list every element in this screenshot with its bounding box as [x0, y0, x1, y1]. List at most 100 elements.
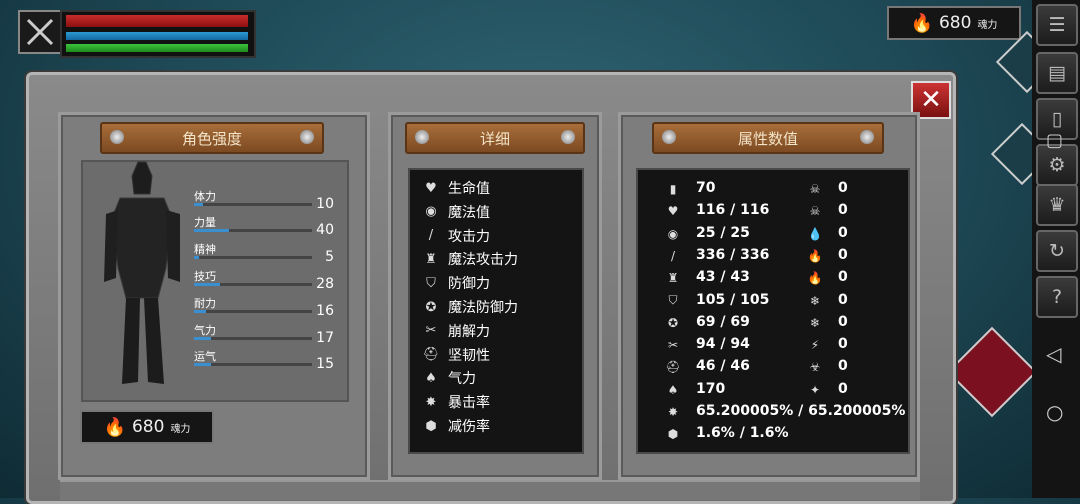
stat-bar-fill	[194, 203, 204, 206]
attributes-title-plank: 属性数值	[652, 122, 884, 154]
status-bars	[60, 10, 256, 58]
resistance-icon: 🔥	[807, 248, 823, 263]
attribute-icon: ⛑	[665, 360, 681, 375]
stat-label: 技巧	[194, 270, 216, 283]
detail-label: 防御力	[448, 276, 490, 293]
attribute-icon: ✪	[667, 315, 679, 330]
detail-item: ✂ 崩解力	[422, 321, 490, 341]
resistance-value: 0	[838, 269, 848, 286]
resistance-icon: ✦	[809, 382, 821, 397]
attribute-value: 94 / 94	[696, 336, 750, 353]
attribute-icon: ▮	[669, 182, 677, 196]
crossed-swords-icon	[26, 18, 54, 46]
detail-item: ✸ 暴击率	[422, 392, 490, 412]
refresh-button[interactable]: ↻	[1036, 230, 1078, 272]
detail-label: 生命值	[448, 181, 490, 197]
detail-label: 坚韧性	[448, 347, 490, 364]
stat-value: 16	[316, 303, 334, 319]
help-button[interactable]: ?	[1036, 276, 1078, 318]
stat-bar-fill	[194, 310, 206, 313]
menu-button[interactable]: ☰	[1036, 4, 1078, 46]
resistance-icon: ☠	[809, 182, 821, 196]
resistance-value: 0	[838, 180, 848, 196]
attribute-icon: ♥	[667, 204, 679, 219]
resistance-icon: 💧	[807, 226, 823, 241]
stat-bar	[194, 363, 312, 366]
resistance-value: 0	[838, 313, 848, 330]
attribute-value: 170	[696, 380, 726, 397]
stat-label: 力量	[194, 216, 216, 229]
stat-bar-fill	[194, 337, 211, 340]
stat-label: 体力	[194, 190, 216, 203]
attribute-value: 65.200005% / 65.200005%	[696, 403, 906, 419]
back-nav-icon[interactable]: ◁	[1046, 342, 1061, 366]
attribute-icon: ✸	[667, 405, 679, 419]
stat-bar-fill	[194, 283, 220, 286]
attribute-value: 43 / 43	[696, 269, 750, 286]
soul-unit: 魂力	[977, 19, 998, 31]
resistance-value: 0	[838, 380, 848, 397]
stat-bar	[194, 337, 312, 340]
heart-icon: ♥	[425, 180, 437, 196]
stat-bar	[194, 310, 312, 313]
player-portrait[interactable]	[18, 10, 62, 54]
backpack-button[interactable]: ▤	[1036, 52, 1078, 94]
attribute-icon: ✂	[667, 338, 679, 353]
detail-item: ⛑ 坚韧性	[422, 345, 490, 365]
stat-value: 5	[325, 249, 334, 265]
home-nav-icon[interactable]: ○	[1046, 400, 1063, 424]
brain-icon: ◉	[425, 204, 437, 220]
attribute-value: 25 / 25	[696, 224, 750, 241]
soul-unit-panel: 魂力	[170, 423, 191, 435]
health-bar	[66, 15, 248, 27]
flame-icon: 🔥	[103, 416, 126, 438]
recents-nav-icon[interactable]: ▢	[1046, 130, 1063, 151]
stat-bar	[194, 283, 312, 286]
detail-label: 魔法值	[448, 204, 490, 221]
attribute-value: 116 / 116	[696, 202, 770, 219]
detail-label: 攻击力	[448, 228, 490, 245]
stat-bar	[194, 229, 312, 232]
detail-item: ⛉ 防御力	[422, 273, 490, 293]
stat-value: 15	[316, 356, 334, 372]
resistance-icon: ❄	[809, 293, 821, 308]
detail-label: 魔法防御力	[448, 300, 518, 316]
attribute-value: 46 / 46	[696, 358, 750, 375]
right-rail: ☰ ▤ ▯ ⚙ ♛ ↻ ? ◁ ○ ▢	[1032, 0, 1080, 498]
crown-button[interactable]: ♛	[1036, 184, 1078, 226]
soul-amount-panel: 680	[131, 417, 165, 437]
resistance-icon: ☣	[809, 360, 821, 375]
attribute-value: 69 / 69	[696, 313, 750, 330]
detail-label: 气力	[448, 371, 476, 388]
stat-value: 28	[316, 276, 334, 292]
stat-value: 10	[316, 196, 334, 212]
detail-label: 魔法攻击力	[448, 252, 518, 269]
stat-value: 40	[316, 222, 334, 238]
mana-bar	[66, 32, 248, 40]
break-icon: ✂	[425, 323, 437, 339]
attribute-value: 70	[696, 180, 716, 196]
resistance-icon: 🔥	[807, 271, 823, 286]
crown-icon: ♜	[425, 251, 437, 267]
detail-item: ♥ 生命值	[422, 178, 490, 198]
sword-shield-icon[interactable]	[946, 326, 1038, 418]
soul-currency-top: 🔥 680 魂力	[887, 6, 1021, 40]
resistance-icon: ⚡	[810, 338, 820, 353]
burst-icon: ✸	[425, 394, 437, 410]
attributes-title: 属性数值	[737, 129, 798, 148]
guard-icon: ⬢	[425, 418, 437, 434]
attribute-icon: ⛉	[668, 293, 678, 307]
resistance-value: 0	[838, 291, 848, 308]
stat-bar-fill	[194, 256, 199, 259]
detail-item: ✪ 魔法防御力	[422, 297, 518, 317]
detail-item: ⬢ 减伤率	[422, 416, 490, 436]
stat-label: 运气	[194, 350, 216, 363]
detail-label: 减伤率	[448, 419, 490, 435]
stat-label: 气力	[194, 324, 216, 337]
resistance-icon: ☠	[809, 204, 821, 219]
detail-item: ♜ 魔法攻击力	[422, 249, 518, 269]
resistance-icon: ❄	[809, 315, 821, 330]
stat-label: 耐力	[194, 297, 216, 310]
character-figure	[104, 161, 180, 384]
attribute-value: 105 / 105	[696, 291, 770, 308]
